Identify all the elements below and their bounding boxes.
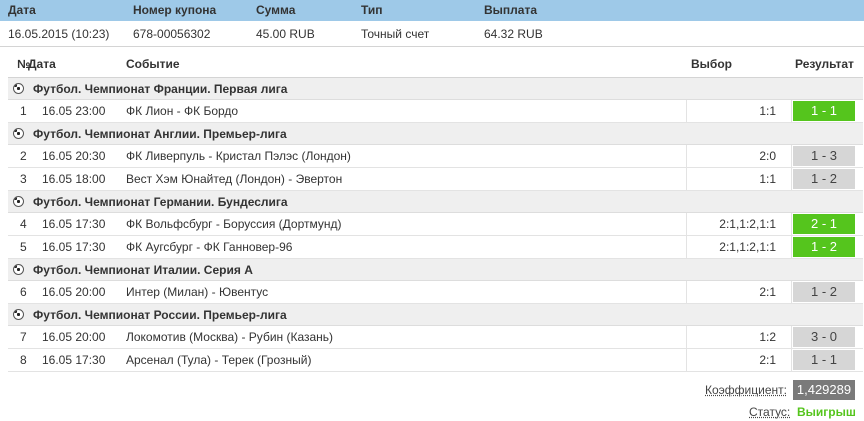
bet-number: 1 bbox=[20, 104, 27, 118]
bet-number: 5 bbox=[20, 240, 27, 254]
soccer-ball-icon bbox=[13, 83, 24, 94]
bet-date: 16.05 23:00 bbox=[42, 104, 106, 118]
league-group-header: Футбол. Чемпионат России. Премьер-лига bbox=[8, 304, 863, 326]
bet-number: 3 bbox=[20, 172, 27, 186]
bet-row: 4 16.05 17:30 ФК Вольфсбург - Боруссия (До… bbox=[8, 213, 863, 236]
bet-choice: 2:1,1:2,1:1 bbox=[719, 240, 776, 254]
status-value: Выигрыш bbox=[797, 405, 856, 419]
bet-event: Арсенал (Тула) - Терек (Грозный) bbox=[126, 353, 312, 367]
league-group-header: Футбол. Чемпионат Франции. Первая лига bbox=[8, 78, 863, 100]
bet-result: 1 - 1 bbox=[793, 101, 855, 121]
bet-result: 1 - 1 bbox=[793, 350, 855, 370]
coupon-header-type: Тип bbox=[361, 3, 383, 17]
soccer-ball-icon bbox=[13, 196, 24, 207]
coupon-header-row: Дата Номер купона Сумма Тип Выплата bbox=[0, 0, 864, 21]
bet-row: 7 16.05 20:00 Локомотив (Москва) - Рубин (… bbox=[8, 326, 863, 349]
soccer-ball-icon bbox=[13, 264, 24, 275]
bet-number: 8 bbox=[20, 353, 27, 367]
bet-row: 3 16.05 18:00 Вест Хэм Юнайтед (Лондон) - … bbox=[8, 168, 863, 191]
soccer-ball-icon bbox=[13, 309, 24, 320]
bet-number: 4 bbox=[20, 217, 27, 231]
bet-event: Локомотив (Москва) - Рубин (Казань) bbox=[126, 330, 334, 344]
bets-body: Футбол. Чемпионат Франции. Первая лига 1 1… bbox=[8, 78, 863, 372]
bet-event: Вест Хэм Юнайтед (Лондон) - Эвертон bbox=[126, 172, 343, 186]
coupon-header-date: Дата bbox=[8, 3, 36, 17]
coupon-header-number: Номер купона bbox=[133, 3, 217, 17]
bet-result: 1 - 2 bbox=[793, 169, 855, 189]
bet-result: 1 - 3 bbox=[793, 146, 855, 166]
coefficient-label[interactable]: Коэффициент: bbox=[705, 382, 787, 398]
bet-choice: 1:1 bbox=[759, 172, 776, 186]
coupon-values-row: 16.05.2015 (10:23) 678-00056302 45.00 RU… bbox=[0, 21, 864, 47]
coupon-type: Точный счет bbox=[361, 27, 430, 41]
coefficient-value: 1,429289 bbox=[793, 380, 855, 400]
bet-choice: 1:1 bbox=[759, 104, 776, 118]
bet-choice: 2:1 bbox=[759, 353, 776, 367]
bet-choice: 2:1,1:2,1:1 bbox=[719, 217, 776, 231]
bet-date: 16.05 20:00 bbox=[42, 285, 106, 299]
bet-row: 6 16.05 20:00 Интер (Милан) - Ювентус 2:1 1 … bbox=[8, 281, 863, 304]
bet-event: ФК Ливерпуль - Кристал Пэлэс (Лондон) bbox=[126, 149, 351, 163]
league-group-header: Футбол. Чемпионат Англии. Премьер-лига bbox=[8, 123, 863, 145]
league-title: Футбол. Чемпионат Франции. Первая лига bbox=[33, 82, 288, 96]
bet-date: 16.05 18:00 bbox=[42, 172, 106, 186]
header-date: Дата bbox=[28, 57, 56, 71]
coupon-number: 678-00056302 bbox=[133, 27, 211, 41]
coupon-header-sum: Сумма bbox=[256, 3, 296, 17]
bet-row: 5 16.05 17:30 ФК Аугсбург - ФК Ганновер-96… bbox=[8, 236, 863, 259]
league-title: Футбол. Чемпионат России. Премьер-лига bbox=[33, 308, 287, 322]
league-title: Футбол. Чемпионат Англии. Премьер-лига bbox=[33, 127, 287, 141]
header-result: Результат bbox=[795, 57, 854, 71]
bet-row: 1 16.05 23:00 ФК Лион - ФК Бордо 1:1 1 - 1 bbox=[8, 100, 863, 123]
bet-number: 2 bbox=[20, 149, 27, 163]
bet-date: 16.05 17:30 bbox=[42, 217, 106, 231]
bets-table: № Дата Событие Выбор Результат Футбол. Ч… bbox=[8, 52, 863, 372]
header-choice: Выбор bbox=[691, 57, 732, 71]
bet-event: ФК Вольфсбург - Боруссия (Дортмунд) bbox=[126, 217, 342, 231]
coupon-date: 16.05.2015 (10:23) bbox=[8, 27, 110, 41]
bet-result: 2 - 1 bbox=[793, 214, 855, 234]
bet-result: 1 - 2 bbox=[793, 237, 855, 257]
league-title: Футбол. Чемпионат Германии. Бундеслига bbox=[33, 195, 288, 209]
soccer-ball-icon bbox=[13, 128, 24, 139]
league-group-header: Футбол. Чемпионат Германии. Бундеслига bbox=[8, 191, 863, 213]
bet-number: 7 bbox=[20, 330, 27, 344]
bet-event: Интер (Милан) - Ювентус bbox=[126, 285, 269, 299]
header-event: Событие bbox=[126, 57, 180, 71]
bet-date: 16.05 17:30 bbox=[42, 353, 106, 367]
bet-date: 16.05 20:30 bbox=[42, 149, 106, 163]
bet-choice: 2:1 bbox=[759, 285, 776, 299]
bet-choice: 2:0 bbox=[759, 149, 776, 163]
league-group-header: Футбол. Чемпионат Италии. Серия А bbox=[8, 259, 863, 281]
bet-result: 1 - 2 bbox=[793, 282, 855, 302]
bet-result: 3 - 0 bbox=[793, 327, 855, 347]
bet-event: ФК Лион - ФК Бордо bbox=[126, 104, 239, 118]
bet-choice: 1:2 bbox=[759, 330, 776, 344]
coupon-header-payout: Выплата bbox=[484, 3, 538, 17]
bet-number: 6 bbox=[20, 285, 27, 299]
bet-row: 8 16.05 17:30 Арсенал (Тула) - Терек (Гроз… bbox=[8, 349, 863, 372]
bet-date: 16.05 17:30 bbox=[42, 240, 106, 254]
status-label[interactable]: Статус: bbox=[749, 404, 790, 420]
bet-event: ФК Аугсбург - ФК Ганновер-96 bbox=[126, 240, 293, 254]
bet-row: 2 16.05 20:30 ФК Ливерпуль - Кристал Пэлэс… bbox=[8, 145, 863, 168]
league-title: Футбол. Чемпионат Италии. Серия А bbox=[33, 263, 253, 277]
bet-date: 16.05 20:00 bbox=[42, 330, 106, 344]
bets-header-row: № Дата Событие Выбор Результат bbox=[8, 52, 863, 78]
coupon-sum: 45.00 RUB bbox=[256, 27, 315, 41]
coupon-payout: 64.32 RUB bbox=[484, 27, 543, 41]
